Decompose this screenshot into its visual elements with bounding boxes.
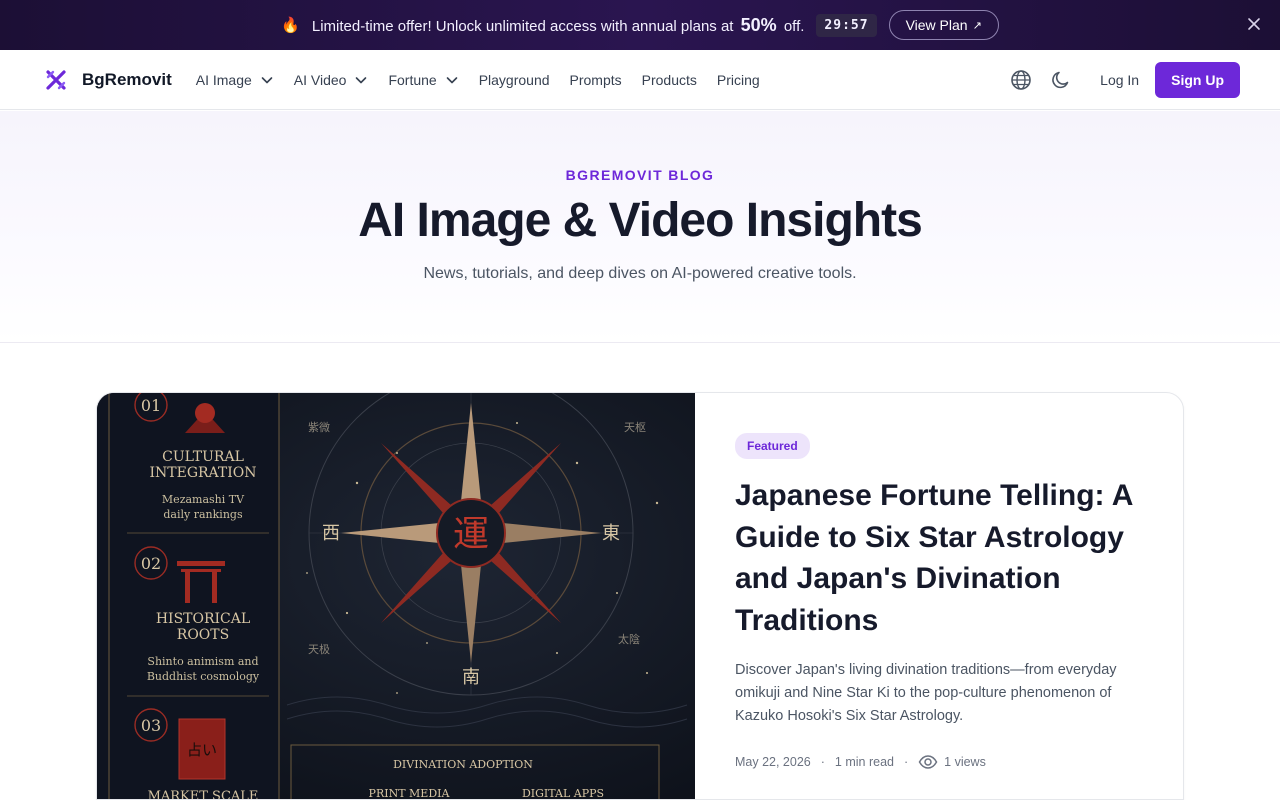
- nav-label: Pricing: [716, 71, 760, 88]
- chevron-down-icon: [356, 76, 367, 83]
- external-arrow-icon: ↗: [972, 19, 982, 32]
- nav-fortune[interactable]: Fortune: [388, 72, 458, 88]
- featured-post-content: Featured Japanese Fortune Telling: A Gui…: [735, 433, 1155, 772]
- book-glyph: 占い: [187, 741, 217, 759]
- nav-ai-image[interactable]: AI Image: [196, 72, 274, 88]
- section-line: Mezamashi TV: [162, 493, 245, 506]
- section-title: HISTORICAL: [156, 611, 250, 627]
- panel-right: DIGITAL APPS: [522, 787, 604, 800]
- nav-label: AI Image: [195, 71, 252, 88]
- post-read-time: 1 min read: [834, 755, 894, 769]
- featured-image[interactable]: 01 CULTURAL INTEGRATION Mezamashi TV dai…: [97, 393, 695, 800]
- meta-separator: ·: [903, 755, 909, 769]
- section-title: INTEGRATION: [149, 465, 256, 481]
- corner-label: 太陰: [618, 632, 640, 646]
- nav-pricing[interactable]: Pricing: [717, 72, 760, 88]
- post-views: 1 views: [944, 755, 986, 769]
- blog-kicker: BGREMOVIT BLOG: [565, 167, 715, 183]
- nav-products[interactable]: Products: [642, 72, 697, 88]
- main-nav: AI Image AI Video Fortune Playground Pro…: [196, 72, 780, 88]
- header-actions: Log In Sign Up: [1010, 61, 1240, 98]
- nav-label: Playground: [478, 71, 550, 88]
- nav-ai-video[interactable]: AI Video: [294, 72, 369, 88]
- section-line: Shinto animism and: [147, 655, 258, 668]
- login-link[interactable]: Log In: [1100, 72, 1139, 88]
- promo-message: Limited-time offer! Unlock unlimited acc…: [312, 15, 805, 36]
- page-subtitle: News, tutorials, and deep dives on AI-po…: [423, 265, 857, 282]
- section-title: MARKET SCALE: [148, 789, 259, 800]
- section-number: 03: [141, 716, 161, 735]
- brand-name: BgRemovit: [82, 69, 172, 89]
- post-meta: May 22, 2026 · 1 min read · 1 views: [735, 752, 1155, 772]
- nav-label: AI Video: [293, 71, 347, 88]
- post-title[interactable]: Japanese Fortune Telling: A Guide to Six…: [735, 475, 1155, 641]
- panel-title: DIVINATION ADOPTION: [393, 758, 533, 771]
- featured-post-card[interactable]: 01 CULTURAL INTEGRATION Mezamashi TV dai…: [96, 392, 1184, 800]
- compass-west: 西: [322, 523, 340, 544]
- section-title: CULTURAL: [162, 449, 244, 465]
- post-excerpt: Discover Japan's living divination tradi…: [735, 662, 1117, 724]
- blog-hero: BGREMOVIT BLOG AI Image & Video Insights…: [0, 111, 1280, 343]
- close-icon[interactable]: [1246, 16, 1262, 32]
- signup-button[interactable]: Sign Up: [1155, 61, 1240, 98]
- logo-icon: [46, 69, 66, 90]
- section-number: 02: [141, 554, 161, 573]
- compass-center-glyph: 運: [453, 514, 489, 555]
- view-plan-button[interactable]: View Plan ↗: [888, 10, 999, 40]
- section-line: Buddhist cosmology: [147, 670, 260, 683]
- nav-prompts[interactable]: Prompts: [570, 72, 622, 88]
- promo-message-text: Limited-time offer! Unlock unlimited acc…: [311, 17, 734, 35]
- corner-label: 紫微: [308, 420, 330, 434]
- promo-banner: 🔥 Limited-time offer! Unlock unlimited a…: [0, 0, 1280, 50]
- moon-icon: [1052, 71, 1069, 88]
- theme-toggle[interactable]: [1050, 69, 1072, 91]
- section-line: daily rankings: [163, 508, 243, 521]
- nav-label: Products: [641, 71, 697, 88]
- fire-icon: 🔥: [281, 17, 300, 34]
- site-header: BgRemovit AI Image AI Video Fortune Play…: [0, 50, 1280, 110]
- language-button[interactable]: [1010, 69, 1032, 91]
- countdown-timer: 29:57: [816, 13, 877, 37]
- eye-icon: [918, 755, 938, 769]
- corner-label: 天枢: [624, 420, 646, 434]
- promo-suffix: off.: [783, 17, 805, 35]
- promo-discount: 50%: [740, 14, 777, 35]
- globe-icon: [1011, 69, 1031, 90]
- page-title: AI Image & Video Insights: [358, 194, 923, 247]
- section-number: 01: [141, 396, 161, 415]
- chevron-down-icon: [446, 76, 457, 83]
- nav-playground[interactable]: Playground: [479, 72, 550, 88]
- meta-separator: ·: [820, 755, 825, 769]
- logo[interactable]: BgRemovit: [44, 68, 172, 92]
- view-plan-label: View Plan: [905, 17, 968, 33]
- compass-south: 南: [462, 667, 480, 688]
- chevron-down-icon: [261, 76, 273, 83]
- nav-label: Fortune: [388, 71, 437, 88]
- post-date: May 22, 2026: [735, 755, 811, 769]
- nav-label: Prompts: [569, 71, 622, 88]
- corner-label: 天极: [308, 642, 330, 656]
- featured-badge: Featured: [735, 433, 810, 459]
- panel-left: PRINT MEDIA: [369, 787, 451, 800]
- compass-east: 東: [602, 523, 620, 544]
- section-title: ROOTS: [177, 627, 229, 643]
